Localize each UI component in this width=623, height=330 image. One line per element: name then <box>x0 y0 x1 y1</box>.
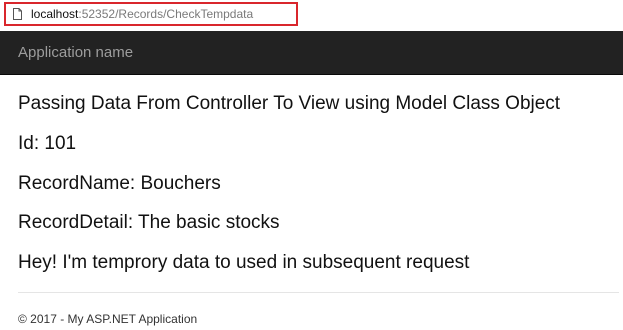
navbar-brand-link[interactable]: Application name <box>18 44 133 62</box>
record-detail: RecordDetail: The basic stocks <box>18 212 280 233</box>
footer-divider <box>18 292 619 293</box>
browser-page: localhost:52352/Records/CheckTempdata Ap… <box>0 0 623 330</box>
temp-data-message: Hey! I'm temprory data to used in subseq… <box>18 252 470 273</box>
url-path: :52352/Records/CheckTempdata <box>78 7 254 21</box>
address-bar[interactable]: localhost:52352/Records/CheckTempdata <box>0 0 623 31</box>
record-id: Id: 101 <box>18 133 77 154</box>
url-host: localhost <box>31 7 79 21</box>
record-name: RecordName: Bouchers <box>18 173 221 194</box>
navbar: Application name <box>0 31 623 75</box>
footer-copyright: © 2017 - My ASP.NET Application <box>18 312 198 326</box>
document-icon <box>13 8 22 20</box>
url-text[interactable]: localhost:52352/Records/CheckTempdata <box>31 7 253 21</box>
page-heading: Passing Data From Controller To View usi… <box>18 93 561 114</box>
